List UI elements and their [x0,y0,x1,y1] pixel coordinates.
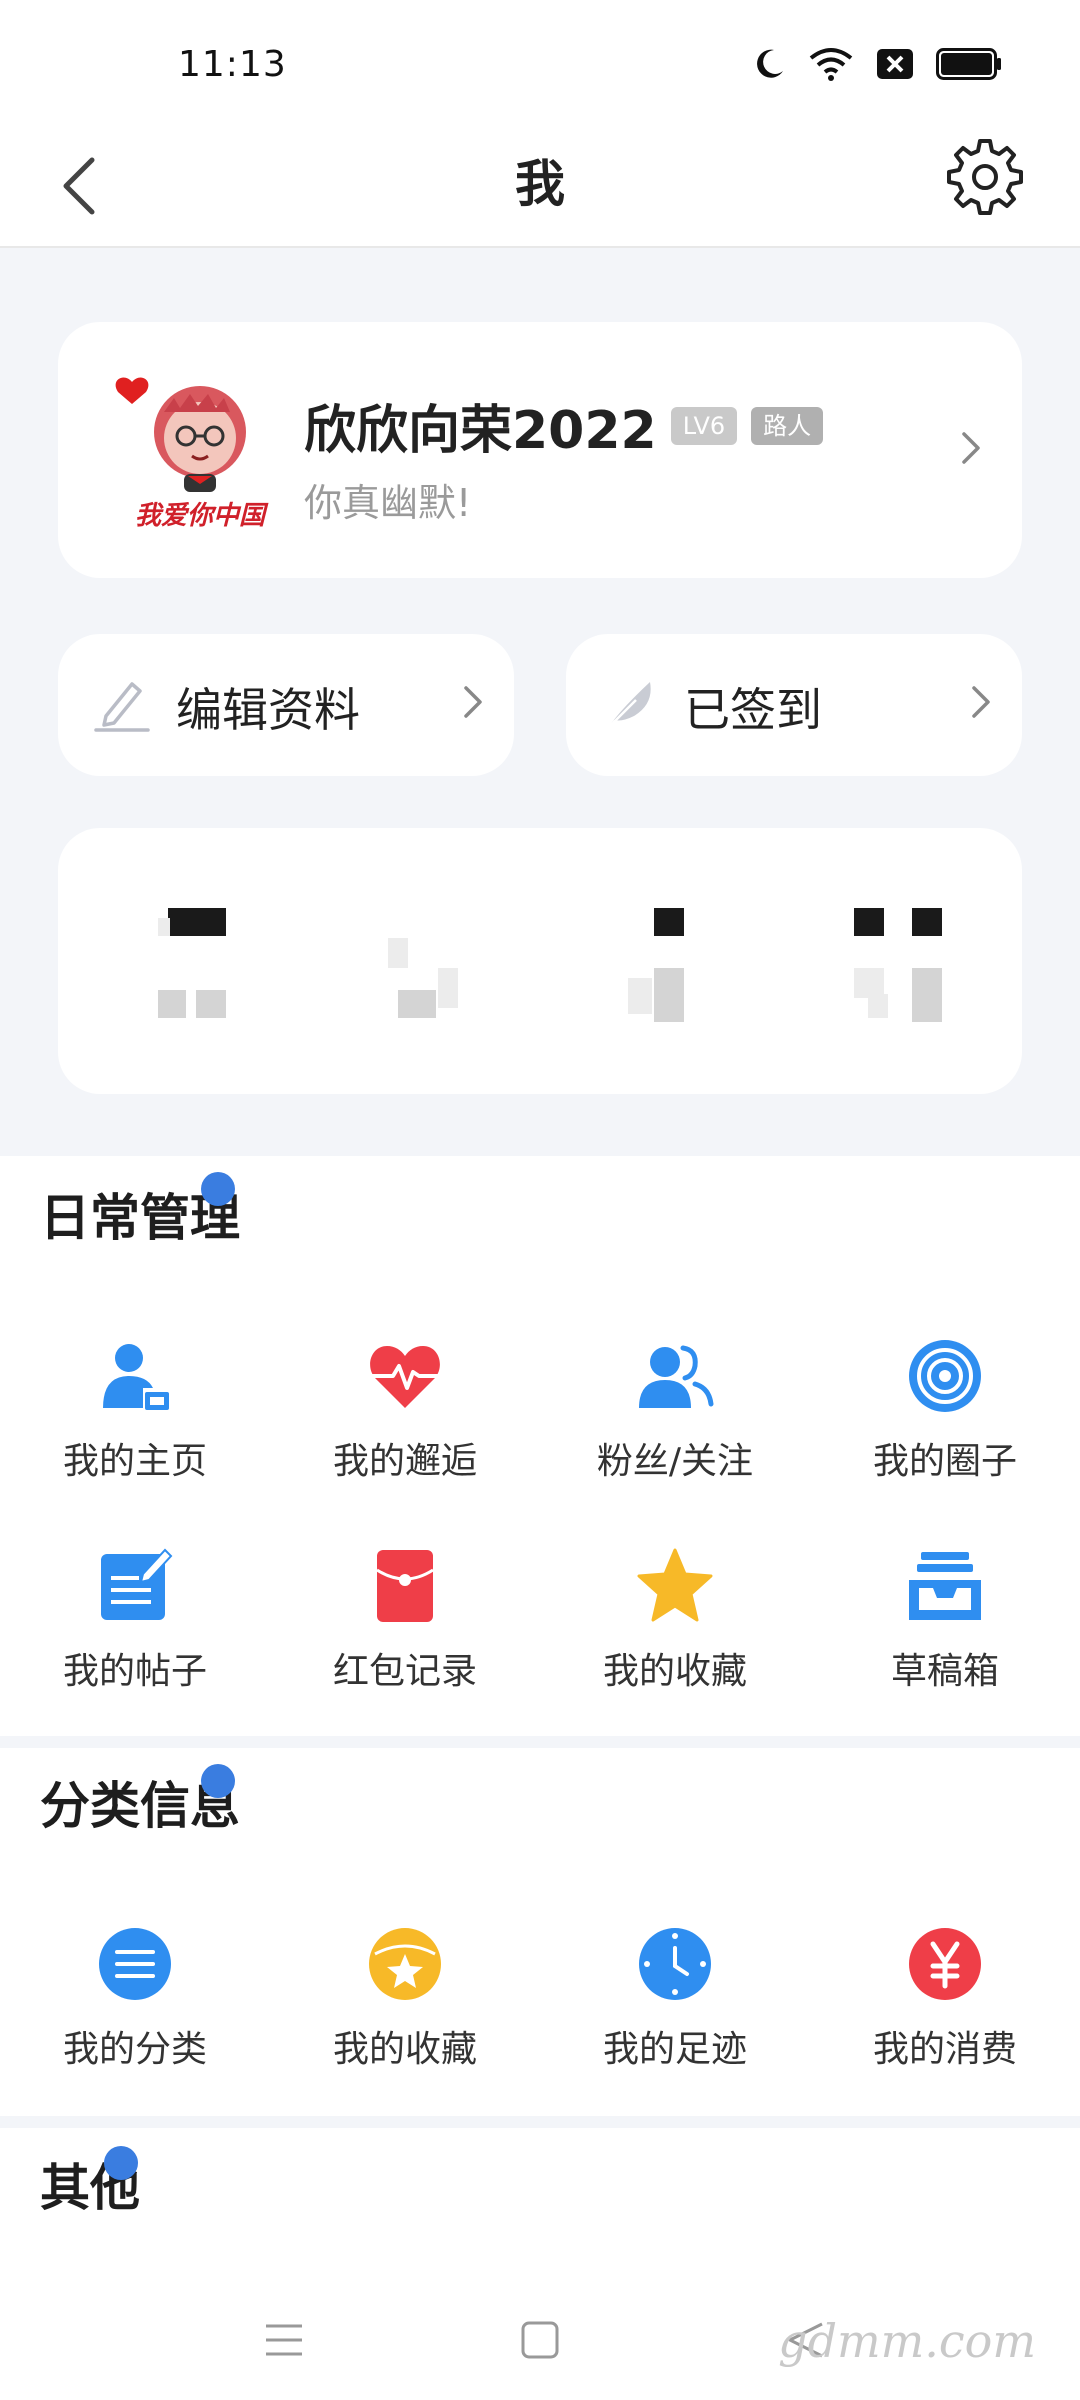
stat-1[interactable] [138,908,258,1028]
drafts-inbox-icon [909,1552,981,1620]
grid-item-my-homepage[interactable]: 我的主页 [0,1336,270,1486]
grid-item-drafts[interactable]: 草稿箱 [810,1546,1080,1696]
battery-icon [936,48,1001,80]
chevron-right-icon [464,686,482,718]
followers-icon [639,1345,714,1408]
stat-4[interactable] [848,908,968,1028]
status-bar: 11:13 [0,0,1080,120]
profile-arrow [960,430,982,470]
wifi-icon [809,48,853,81]
grid-item-red-packets[interactable]: 红包记录 [270,1546,540,1696]
grid-item-followers[interactable]: 粉丝/关注 [540,1336,810,1486]
grid-item-label: 我的收藏 [602,1651,747,1692]
clock-icon [639,1928,711,2000]
system-navigation-bar: gdmm.com [0,2270,1080,2400]
grid-item-my-circles[interactable]: 我的圈子 [810,1336,1080,1486]
notification-dot [201,1172,235,1206]
post-edit-icon [101,1548,173,1620]
stat-2[interactable] [358,908,478,1028]
grid-item-label: 我的收藏 [332,2029,477,2070]
grid-item-label: 粉丝/关注 [596,1441,754,1482]
user-home-icon [103,1344,169,1410]
star-icon [637,1548,713,1622]
grid-item-label: 我的消费 [872,2029,1017,2070]
grid-item-label: 我的圈子 [872,1441,1017,1482]
stat-3[interactable] [618,908,738,1028]
check-in-button[interactable]: 已签到 [566,634,1022,776]
menu-icon [266,2324,302,2356]
status-icons [752,46,1002,82]
list-icon [99,1928,171,2000]
avatar-caption: 我爱你中国 [135,501,269,531]
gear-icon [947,139,1023,215]
red-packet-icon [376,1550,434,1622]
menu-button[interactable] [254,2310,314,2370]
grid-item-my-favorites[interactable]: 我的收藏 [540,1546,810,1696]
grid-item-label: 我的邂逅 [332,1441,477,1482]
grid-item-category-favorites[interactable]: 我的收藏 [270,1924,540,2074]
chevron-right-icon [972,686,990,718]
page-title: 我 [515,155,565,213]
grid-item-label: 我的足迹 [602,2029,747,2070]
moon-icon [757,49,783,78]
home-button[interactable] [510,2310,570,2370]
yuan-icon [909,1928,981,2000]
edit-profile-button[interactable]: 编辑资料 [58,634,514,776]
username-text: 欣欣向荣2022 [304,401,657,461]
grid-item-my-categories[interactable]: 我的分类 [0,1924,270,2074]
heartbeat-icon [369,1346,441,1408]
section-separator [0,2116,1080,2128]
username: 欣欣向荣2022 LV6 路人 [304,388,824,463]
avatar: 我爱你中国 [102,352,298,548]
edit-profile-label: 编辑资料 [176,683,360,737]
grid-item-label: 我的主页 [62,1441,207,1482]
grid-item-my-encounters[interactable]: 我的邂逅 [270,1336,540,1486]
check-in-label: 已签到 [684,683,822,737]
section-separator [0,1736,1080,1748]
notification-dot [201,1764,235,1798]
grid-item-label: 红包记录 [332,1651,477,1692]
status-time: 11:13 [178,44,287,85]
pencil-icon [94,682,150,732]
profile-motto: 你真幽默! [304,481,472,525]
grid-item-my-footprints[interactable]: 我的足迹 [540,1924,810,2074]
role-badge: 路人 [751,406,824,445]
avatar-image: 我爱你中国 [115,377,269,531]
settings-button[interactable] [942,134,1028,220]
grid-item-label: 我的分类 [62,2029,207,2070]
grid-item-my-posts[interactable]: 我的帖子 [0,1546,270,1696]
chevron-right-icon [962,432,980,464]
notification-dot [104,2146,138,2180]
stats-card-pixelated [58,828,1022,1094]
favorite-box-icon [369,1928,441,2000]
feather-icon [605,682,651,731]
grid-item-label: 草稿箱 [890,1651,999,1692]
level-badge: LV6 [670,406,738,445]
profile-card[interactable]: 我爱你中国 欣欣向荣2022 LV6 路人 你真幽默! [58,322,1022,578]
grid-item-my-spending[interactable]: 我的消费 [810,1924,1080,2074]
nav-bar: 我 [0,120,1080,248]
sim-blocked-icon [877,49,913,79]
circle-icon [909,1340,981,1412]
watermark: gdmm.com [778,2314,1036,2368]
square-home-icon [521,2321,559,2359]
grid-item-label: 我的帖子 [62,1651,207,1692]
profile-area: 我爱你中国 欣欣向荣2022 LV6 路人 你真幽默! 编辑资料 已签到 [0,248,1080,1156]
